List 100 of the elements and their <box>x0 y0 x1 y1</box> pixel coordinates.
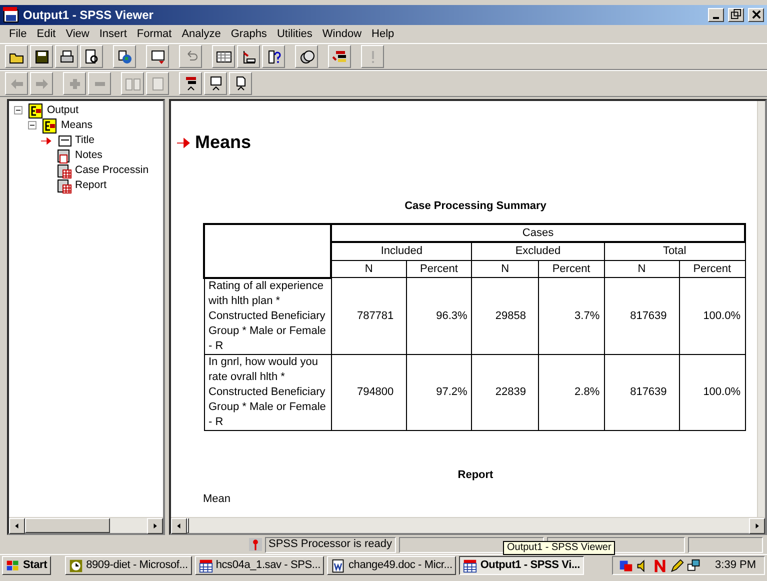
table-page-icon <box>56 178 72 194</box>
menu-item[interactable]: Analyze <box>176 26 226 42</box>
column-header: N <box>331 260 406 278</box>
toolbar-button[interactable] <box>30 45 53 68</box>
horizontal-scrollbar[interactable] <box>9 517 163 533</box>
spreadsheet-icon <box>463 558 478 572</box>
toolbar-button[interactable] <box>80 45 103 68</box>
toolbar-button[interactable] <box>295 45 318 68</box>
magnifier-icon <box>84 48 100 64</box>
arrow-icon <box>41 134 53 146</box>
outline-item[interactable]: Case Processin <box>75 162 149 178</box>
taskbar-button[interactable]: change49.doc - Micr... <box>327 556 456 575</box>
menu-item[interactable]: Help <box>366 26 400 42</box>
taskbar-button[interactable]: hcs04a_1.sav - SPS... <box>194 556 324 575</box>
column-header: Total <box>604 242 745 260</box>
globe-icon <box>116 48 132 64</box>
menu-item[interactable]: Format <box>132 26 177 42</box>
toolbar-button[interactable] <box>5 45 28 68</box>
outline-item[interactable]: Output <box>47 102 79 118</box>
outline-item[interactable]: Title <box>75 132 94 148</box>
toolbar-button[interactable] <box>212 45 235 68</box>
menu-item[interactable]: File <box>4 26 32 42</box>
close-icon <box>752 10 760 18</box>
table-cell: 97.2% <box>406 354 472 430</box>
minus-icon <box>94 80 106 86</box>
folder-book-icon <box>28 102 44 118</box>
toolbar-button[interactable] <box>229 72 252 95</box>
grid-icon <box>216 48 232 64</box>
table-cell: 29858 <box>472 278 538 354</box>
table-page-icon <box>56 162 72 178</box>
table-title: Report <box>456 468 494 482</box>
demote-icon <box>208 76 224 92</box>
table-cell: 3.7% <box>538 278 604 354</box>
table-cell: 817639 <box>604 354 680 430</box>
page-icon <box>150 76 166 92</box>
taskbar-button[interactable]: 8909-diet - Microsof... <box>65 556 192 575</box>
column-header: Percent <box>406 260 472 278</box>
row-label: In gnrl, how would you rate ovrall hlth * Constructed Beneficiary Group * Male or Female - R <box>204 354 331 430</box>
notes-icon <box>56 148 72 164</box>
restore-icon <box>731 9 741 19</box>
minimize-icon <box>713 17 719 19</box>
table-cell: 22839 <box>472 354 538 430</box>
window-title: Output1 - SPSS Viewer <box>23 7 154 24</box>
menu-item[interactable]: Utilities <box>272 26 318 42</box>
chart-icon <box>240 48 256 64</box>
circles-icon <box>298 48 314 64</box>
horizontal-scrollbar[interactable] <box>171 517 765 533</box>
app-icon <box>3 7 19 23</box>
column-header: Percent <box>679 260 745 278</box>
pencil-icon[interactable] <box>670 558 684 572</box>
outline-item[interactable]: Means <box>61 118 93 134</box>
pin-icon <box>248 538 262 551</box>
question-icon <box>266 48 282 64</box>
table-text: Mean <box>203 492 231 507</box>
menu-item[interactable]: View <box>60 26 94 42</box>
toolbar-button[interactable] <box>262 45 285 68</box>
toolbar-button[interactable] <box>204 72 227 95</box>
title-page-icon <box>56 132 72 148</box>
menu-item[interactable]: Window <box>317 26 367 42</box>
status-message: SPSS Processor is ready <box>264 536 396 552</box>
toolbar-button[interactable] <box>328 45 351 68</box>
heading: Means <box>195 131 252 154</box>
table-title: Case Processing Summary <box>404 199 548 214</box>
exclamation-icon <box>370 50 374 64</box>
outline-item[interactable]: Report <box>75 178 107 194</box>
dialog-icon <box>150 48 166 64</box>
menu-item[interactable]: Insert <box>94 26 132 42</box>
column-header: Excluded <box>472 242 604 260</box>
collapse-box-icon[interactable] <box>27 120 39 132</box>
collapse-box-icon[interactable] <box>13 104 25 116</box>
toolbar-button[interactable] <box>179 72 202 95</box>
taskbar-button[interactable]: Output1 - SPSS Vi... <box>459 556 584 575</box>
outline-item[interactable]: Notes <box>75 148 102 164</box>
toolbar-button[interactable] <box>146 45 169 68</box>
toolbar-button[interactable] <box>237 45 260 68</box>
column-header: Percent <box>538 260 604 278</box>
table-cell: 817639 <box>604 278 680 354</box>
menu-item[interactable]: Graphs <box>226 26 272 42</box>
menu-item[interactable]: Edit <box>32 26 61 42</box>
toolbar-button[interactable] <box>55 45 78 68</box>
vertical-scrollbar[interactable] <box>757 101 765 517</box>
column-header: Cases <box>331 224 745 242</box>
table-cell: 100.0% <box>679 278 745 354</box>
table-cell: 2.8% <box>538 354 604 430</box>
toolbar-button[interactable] <box>113 45 136 68</box>
computers-icon[interactable] <box>687 558 702 572</box>
table-cell: 100.0% <box>679 354 745 430</box>
table-cell: 787781 <box>331 278 406 354</box>
start-button[interactable]: Start <box>2 556 52 575</box>
printer-icon <box>58 48 74 64</box>
clock-icon <box>69 558 84 572</box>
row-label: Rating of all experience with hlth plan * Constructed Beneficiary Group * Male or Female - R <box>204 278 331 354</box>
folder-book-icon <box>42 118 58 134</box>
column-header: N <box>604 260 680 278</box>
table-cell: 794800 <box>331 354 406 430</box>
column-header: Included <box>331 242 472 260</box>
tooltip: Output1 - SPSS Viewer <box>503 541 616 555</box>
book-icon <box>124 76 140 92</box>
clock-text: 3:39 PM <box>715 558 756 574</box>
document-icon <box>331 558 346 572</box>
